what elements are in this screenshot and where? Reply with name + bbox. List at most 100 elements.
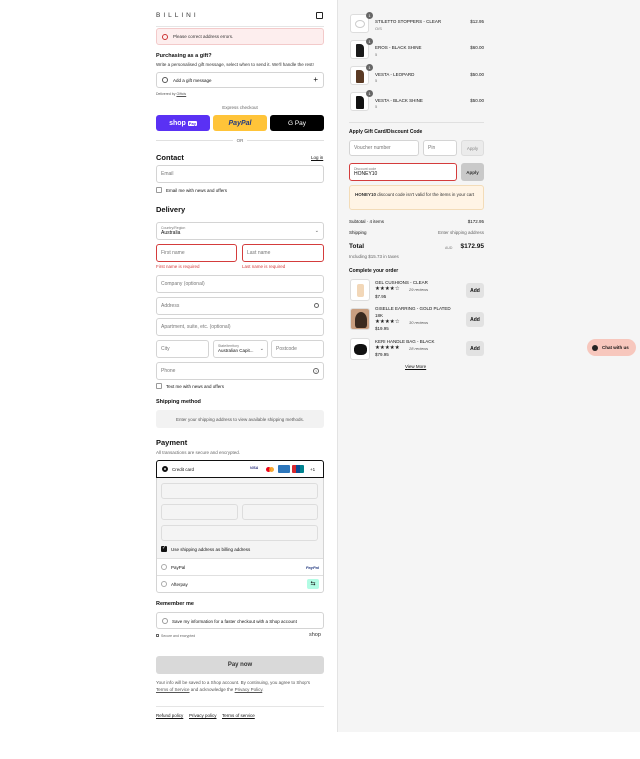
last-name-error: Last name is required	[242, 264, 286, 269]
qty-badge: 1	[366, 64, 373, 71]
remember-option[interactable]: Save my information for a faster checkou…	[156, 612, 324, 629]
cart-item-variant: 5	[375, 104, 378, 109]
country-select[interactable]: Country/Region Australia ⌄	[156, 222, 324, 240]
apply-voucher-button[interactable]: Apply	[461, 140, 484, 156]
upsell-price: $19.95	[375, 326, 389, 331]
card-number-field[interactable]	[161, 483, 318, 499]
company-field[interactable]: Company (optional)	[156, 275, 324, 293]
paypal-label: PayPal	[171, 565, 186, 570]
shop-pay-button[interactable]: shop Pay	[156, 115, 210, 131]
first-name-placeholder: First name	[161, 250, 185, 256]
email-placeholder: Email	[161, 171, 174, 177]
or-label: OR	[236, 138, 244, 143]
first-name-field[interactable]: First name	[156, 244, 237, 262]
plus-icon: +	[313, 75, 318, 84]
express-checkout-label: Express checkout	[222, 105, 258, 110]
add-gift-label: Add a gift message	[173, 78, 212, 83]
upsell-price: $7.95	[375, 294, 387, 299]
last-name-field[interactable]: Last name	[242, 244, 324, 262]
upsell-thumb	[350, 308, 370, 330]
unionpay-icon	[292, 465, 304, 473]
city-placeholder: City	[161, 346, 170, 352]
pin-field[interactable]: Pin	[423, 140, 457, 156]
reviews-count: 30 reviews	[409, 320, 429, 325]
terms-of-service-link[interactable]: Terms of Service	[156, 687, 190, 692]
add-upsell-button[interactable]: Add	[466, 283, 484, 298]
privacy-policy-link[interactable]: Privacy Policy	[235, 687, 263, 692]
upsell-name: GEL CUSHIONS - CLEAR	[375, 280, 428, 285]
paypal-option[interactable]: PayPal PayPal	[157, 558, 323, 575]
afterpay-radio	[161, 581, 167, 587]
qty-badge: 1	[366, 12, 373, 19]
discount-warning-code: HONEY10	[355, 192, 377, 197]
city-field[interactable]: City	[156, 340, 209, 358]
phone-field[interactable]: Phone ?	[156, 362, 324, 380]
gift-subtitle: Write a personalised gift message, selec…	[156, 62, 314, 67]
email-news-checkbox[interactable]	[156, 187, 162, 193]
delivered-by-text: Delivered by	[156, 92, 176, 96]
error-icon	[162, 34, 168, 40]
address-field[interactable]: Address	[156, 297, 324, 315]
or-divider-left	[156, 140, 233, 141]
delivery-title: Delivery	[156, 205, 186, 214]
billing-same-checkbox[interactable]: ✓	[161, 545, 167, 552]
brand-logo[interactable]: BILLINI	[156, 12, 199, 19]
chat-icon	[592, 344, 598, 351]
total-currency: AUD	[445, 246, 453, 250]
upsell-name: KERI HANDLE BAG - BLACK	[375, 339, 435, 344]
payment-title: Payment	[156, 438, 188, 447]
chat-label: Chat with us	[602, 345, 629, 350]
view-more-link[interactable]: View More	[405, 364, 426, 369]
add-gift-message-button[interactable]: Add a gift message +	[156, 72, 324, 88]
footer-privacy-link[interactable]: Privacy policy	[189, 713, 217, 718]
chevron-down-icon: ⌄	[314, 228, 319, 234]
or-divider-right	[247, 140, 324, 141]
cart-divider	[349, 122, 484, 123]
security-code-field[interactable]	[242, 504, 318, 520]
add-upsell-button[interactable]: Add	[466, 341, 484, 356]
voucher-field[interactable]: Voucher number	[349, 140, 419, 156]
upsell-thumb	[350, 338, 370, 360]
apartment-field[interactable]: Apartment, suite, etc. (optional)	[156, 318, 324, 336]
state-select[interactable]: State/territory Australian Capit... ⌄	[213, 340, 268, 358]
pin-placeholder: Pin	[428, 145, 436, 151]
terms-text: Your info will be saved to a Shop accoun…	[156, 679, 324, 693]
discount-value: HONEY10	[354, 171, 378, 177]
shop-pay-text: shop	[169, 119, 186, 127]
text-news-checkbox[interactable]	[156, 383, 162, 389]
paypal-express-button[interactable]: PayPal	[213, 115, 267, 131]
email-field[interactable]: Email	[156, 165, 324, 183]
header-divider	[156, 26, 324, 27]
afterpay-option[interactable]: Afterpay ⇆	[157, 575, 323, 592]
footer-refund-link[interactable]: Refund policy	[156, 713, 183, 718]
credit-card-option[interactable]: Credit card VISA +1	[156, 460, 324, 478]
expiry-field[interactable]	[161, 504, 238, 520]
pay-now-button[interactable]: Pay now	[156, 656, 324, 674]
discount-warning-text: discount code isn't valid for the items …	[376, 192, 475, 197]
postcode-field[interactable]: Postcode	[271, 340, 324, 358]
help-icon[interactable]: ?	[313, 368, 319, 374]
gift-icon	[162, 77, 168, 83]
shipping-method-title: Shipping method	[156, 399, 201, 405]
cart-bag-icon[interactable]	[316, 12, 323, 19]
upsell-name: GISELLE EARRING - GOLD PLATED	[375, 306, 451, 311]
discount-code-field[interactable]: Discount code HONEY10	[349, 163, 457, 181]
login-link[interactable]: Log in	[311, 155, 323, 160]
apply-discount-label: Apply	[466, 169, 479, 175]
remember-checkbox	[162, 618, 168, 624]
cart-item-name: VESTA - LEOPARD	[375, 72, 415, 77]
contact-title: Contact	[156, 153, 184, 162]
add-upsell-button[interactable]: Add	[466, 312, 484, 327]
delivered-by-link[interactable]: Giftcls	[176, 92, 186, 96]
lock-icon	[156, 634, 159, 637]
google-pay-button[interactable]: G Pay	[270, 115, 324, 131]
name-on-card-field[interactable]	[161, 525, 318, 541]
chat-widget-button[interactable]: Chat with us	[587, 339, 636, 356]
country-value: Australia	[161, 230, 181, 236]
afterpay-label: Afterpay	[171, 582, 188, 587]
error-text: Please correct address errors.	[173, 34, 234, 39]
footer-terms-link[interactable]: Terms of service	[222, 713, 255, 718]
apply-discount-button[interactable]: Apply	[461, 163, 484, 181]
upsell-sub: 18K	[375, 313, 384, 318]
reviews-count: 29 reviews	[409, 287, 429, 292]
